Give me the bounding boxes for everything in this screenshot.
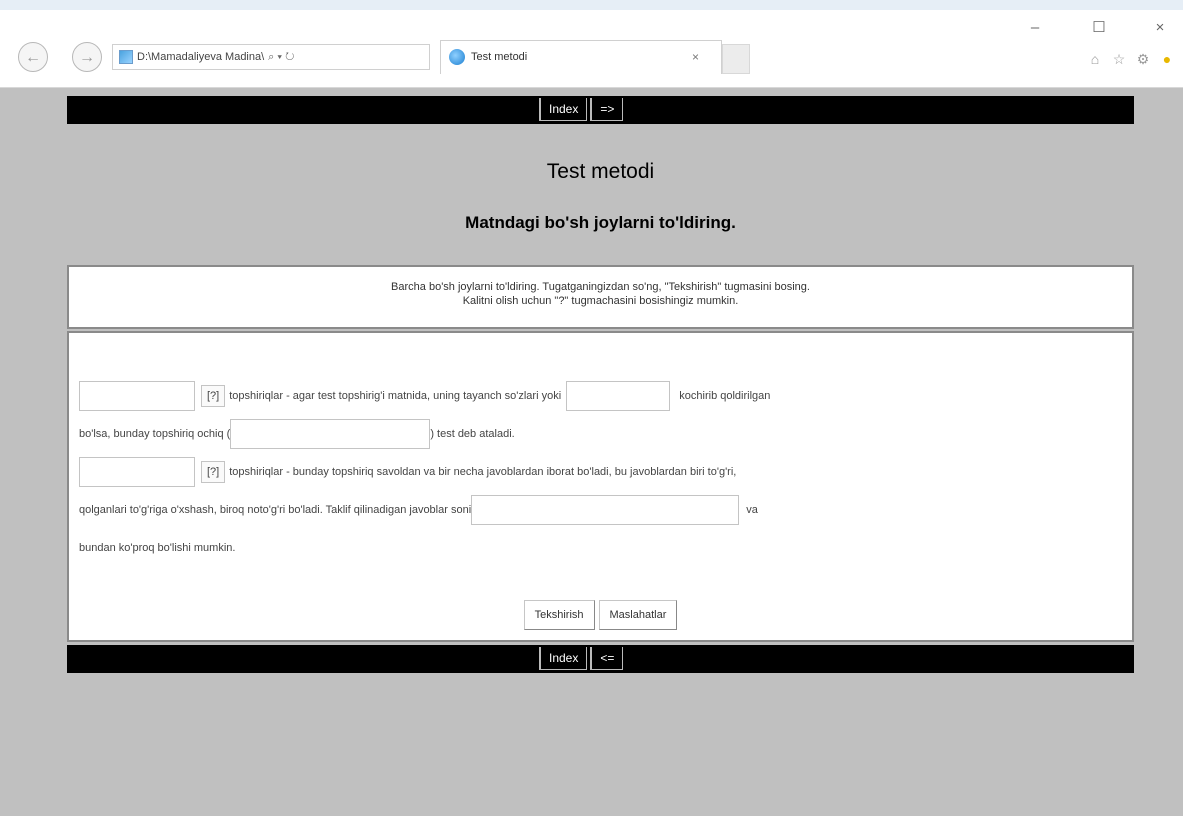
hint-button-1[interactable]: [?] [201, 385, 226, 408]
index-link[interactable]: Index [539, 98, 588, 121]
text-segment-4: ) test deb ataladi. [430, 428, 515, 440]
browser-chrome: ← → D:\Mamadaliyeva Madina\ ⌕ ▾ ↻ Test me… [0, 0, 1183, 88]
minimize-icon[interactable]: – [1020, 16, 1050, 40]
text-segment-5: topshiriqlar - bunday topshiriq savoldan… [229, 466, 737, 478]
title-bar [0, 0, 1183, 10]
ie-icon [449, 49, 465, 66]
bottom-nav-bar: Index <= [67, 645, 1134, 673]
answers-button[interactable]: Maslahatlar [598, 600, 678, 630]
next-link[interactable]: => [590, 98, 624, 121]
index-link-bottom[interactable]: Index [539, 647, 588, 670]
forward-arrow-icon: → [79, 49, 95, 66]
prev-link[interactable]: <= [590, 647, 624, 670]
back-arrow-icon: ← [25, 49, 41, 66]
forward-button[interactable]: → [72, 42, 102, 72]
tab-title: Test metodi [471, 51, 528, 63]
back-button[interactable]: ← [18, 42, 48, 72]
action-buttons: Tekshirish Maslahatlar [69, 600, 1132, 630]
hint-button-2[interactable]: [?] [201, 461, 226, 484]
gap-input-3[interactable] [230, 419, 431, 450]
page-title: Test metodi [546, 160, 655, 183]
browser-tab[interactable]: Test metodi × [440, 40, 722, 74]
top-nav-bar: Index => [67, 96, 1134, 124]
text-segment-3: bo'lsa, bunday topshiriq ochiq ( [79, 428, 231, 440]
instructions-box: Barcha bo'sh joylarni to'ldiring. Tugatg… [67, 265, 1134, 329]
gap-input-5[interactable] [471, 495, 740, 526]
favorites-star-icon[interactable]: ☆ [1110, 50, 1128, 68]
check-button[interactable]: Tekshirish [523, 600, 595, 630]
page-icon [119, 50, 133, 65]
text-segment-8: bundan ko'proq bo'lishi mumkin. [79, 542, 236, 554]
tab-close-icon[interactable]: × [692, 41, 699, 73]
new-tab-button[interactable] [722, 44, 750, 74]
text-segment-2: kochirib qoldirilgan [679, 390, 771, 402]
text-segment-1: topshiriqlar - agar test topshirig'i mat… [229, 390, 562, 402]
home-icon[interactable]: ⌂ [1086, 50, 1104, 68]
instructions-line-2: Kalitni olish uchun "?" tugmachasini bos… [462, 295, 739, 307]
exercise-text: [?] topshiriqlar - agar test topshirig'i … [79, 377, 1129, 567]
gap-input-1[interactable] [79, 381, 195, 412]
page-subtitle: Matndagi bo'sh joylarni to'ldiring. [465, 213, 736, 232]
exercise-panel: [?] topshiriqlar - agar test topshirig'i … [67, 331, 1134, 642]
settings-gear-icon[interactable]: ⚙ [1134, 50, 1152, 68]
text-segment-7: va [746, 504, 758, 516]
instructions-line-1: Barcha bo'sh joylarni to'ldiring. Tugatg… [391, 281, 810, 293]
address-controls[interactable]: ⌕ ▾ ↻ [268, 51, 294, 63]
maximize-icon[interactable]: ☐ [1084, 16, 1114, 40]
text-segment-6: qolganlari to'g'riga o'xshash, biroq not… [79, 504, 472, 516]
smiley-feedback-icon[interactable]: ● [1158, 50, 1176, 68]
gap-input-2[interactable] [566, 381, 671, 412]
close-window-icon[interactable]: × [1145, 16, 1175, 40]
gap-input-4[interactable] [79, 457, 195, 488]
address-text: D:\Mamadaliyeva Madina\ [137, 51, 265, 63]
address-bar[interactable]: D:\Mamadaliyeva Madina\ ⌕ ▾ ↻ [112, 44, 430, 70]
